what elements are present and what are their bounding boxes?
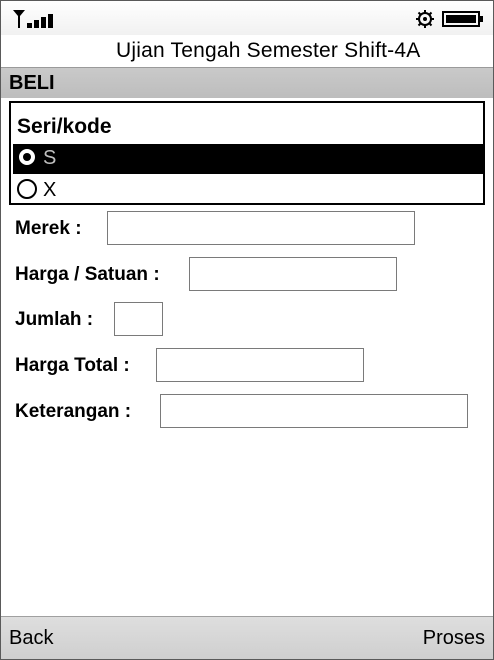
radio-unselected-icon bbox=[17, 179, 37, 199]
radio-selected-icon bbox=[17, 147, 37, 167]
settings-gear-icon bbox=[416, 10, 434, 28]
form-header: BELI bbox=[1, 67, 493, 99]
keterangan-input[interactable] bbox=[160, 394, 468, 428]
merek-input[interactable] bbox=[107, 211, 415, 245]
status-bar bbox=[1, 1, 493, 35]
proses-softkey[interactable]: Proses bbox=[423, 627, 485, 650]
status-icons bbox=[416, 10, 483, 28]
softkey-bar: Back Proses bbox=[1, 616, 493, 659]
jumlah-input[interactable] bbox=[114, 302, 163, 336]
merek-label: Merek : bbox=[15, 218, 82, 239]
form-heading: BELI bbox=[9, 72, 55, 94]
radio-option-x[interactable]: X bbox=[13, 176, 483, 206]
harga-total-input[interactable] bbox=[156, 348, 364, 382]
title-bar: Ujian Tengah Semester Shift-4A bbox=[1, 35, 493, 65]
harga-satuan-input[interactable] bbox=[189, 257, 397, 291]
keterangan-label: Keterangan : bbox=[15, 401, 132, 422]
form-content: Seri/kode S X Merek : Harga / Satuan : J… bbox=[1, 98, 493, 618]
phone-screen: Ujian Tengah Semester Shift-4A BELI Seri… bbox=[0, 0, 494, 660]
back-softkey[interactable]: Back bbox=[9, 627, 53, 650]
harga-total-label: Harga Total : bbox=[15, 355, 130, 376]
battery-icon bbox=[442, 11, 483, 27]
radio-option-label: X bbox=[43, 179, 57, 201]
radio-option-s[interactable]: S bbox=[13, 144, 483, 174]
choice-group-label: Seri/kode bbox=[17, 115, 112, 138]
signal-strength-icon bbox=[13, 10, 53, 28]
seri-kode-choice-group: Seri/kode S X bbox=[9, 101, 485, 205]
harga-satuan-label: Harga / Satuan : bbox=[15, 264, 160, 285]
jumlah-label: Jumlah : bbox=[15, 309, 94, 330]
radio-option-label: S bbox=[43, 147, 57, 169]
app-title: Ujian Tengah Semester Shift-4A bbox=[116, 39, 421, 62]
